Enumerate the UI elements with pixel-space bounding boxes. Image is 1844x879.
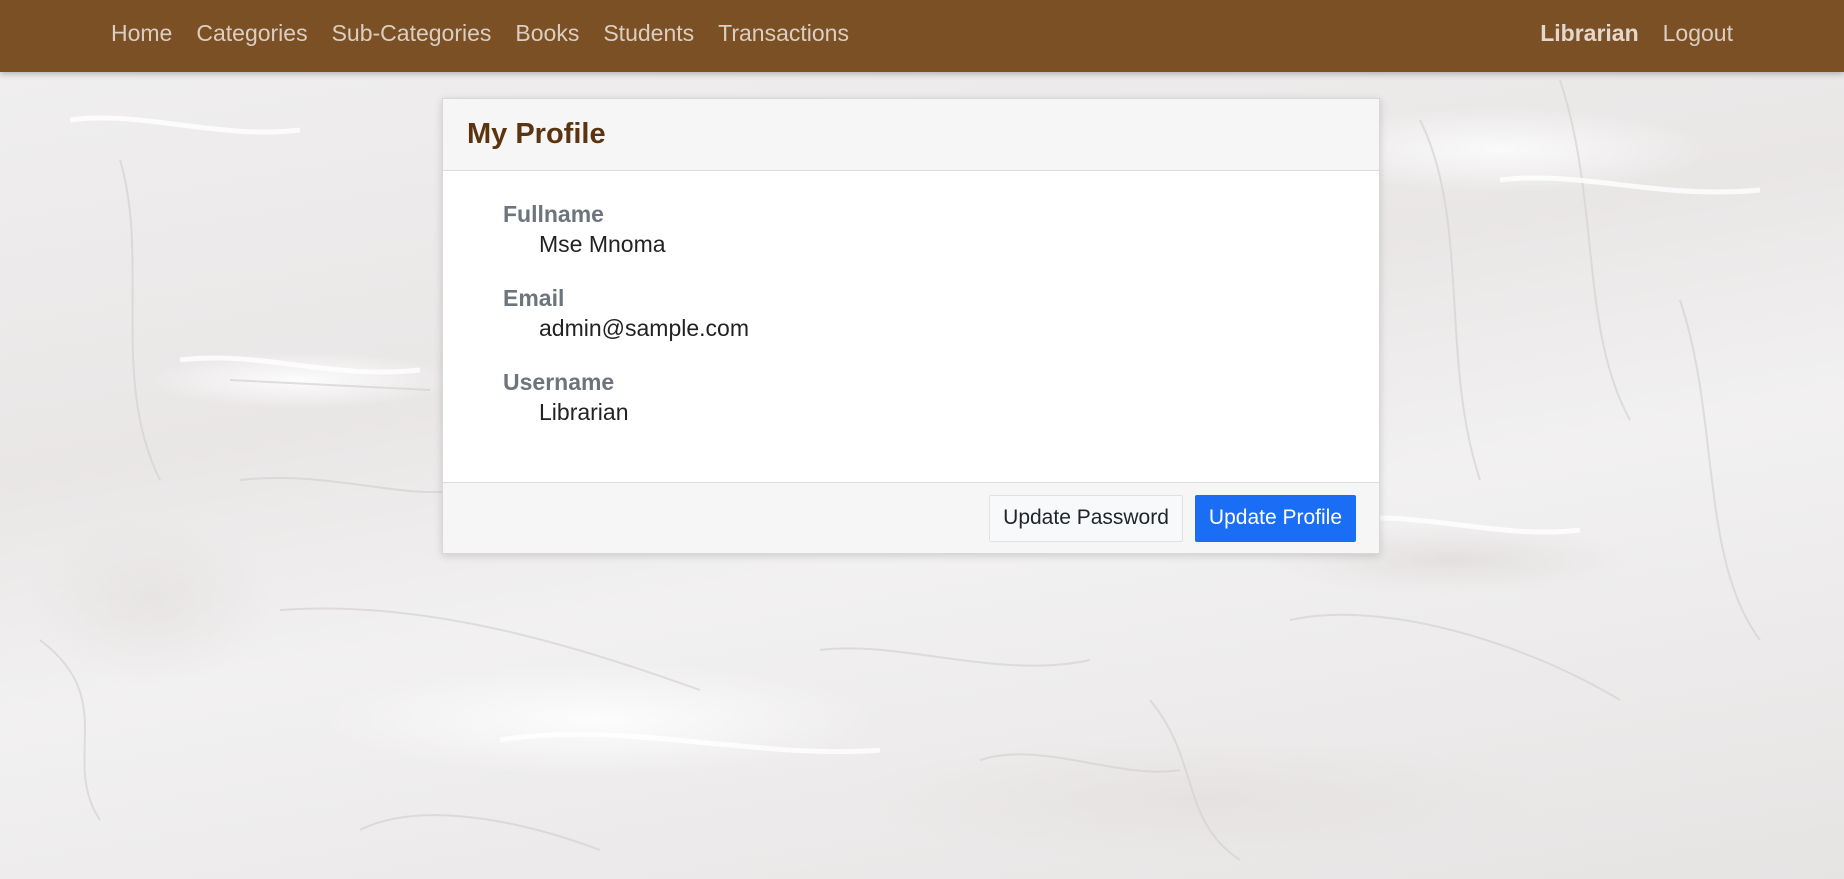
username-label: Username xyxy=(503,369,615,395)
nav-links: Home Categories Sub-Categories Books Stu… xyxy=(99,0,861,66)
update-profile-button[interactable]: Update Profile xyxy=(1194,494,1356,542)
profile-card: My Profile Fullname Mse Mnoma Email admi… xyxy=(442,98,1380,554)
nav-link-transactions[interactable]: Transactions xyxy=(706,20,861,47)
fullname-value: Mse Mnoma xyxy=(539,231,666,257)
fullname-label: Fullname xyxy=(503,201,604,227)
nav-link-students[interactable]: Students xyxy=(591,20,706,47)
nav-link-categories[interactable]: Categories xyxy=(184,20,319,47)
nav-link-home[interactable]: Home xyxy=(99,20,184,47)
email-value: admin@sample.com xyxy=(539,315,749,341)
top-navbar: Home Categories Sub-Categories Books Stu… xyxy=(0,0,1844,72)
username-value: Librarian xyxy=(539,399,629,425)
logout-link[interactable]: Logout xyxy=(1651,20,1745,47)
profile-card-footer: Update Password Update Profile xyxy=(443,482,1379,553)
nav-link-sub-categories[interactable]: Sub-Categories xyxy=(320,20,504,47)
profile-card-header: My Profile xyxy=(443,99,1379,171)
email-label: Email xyxy=(503,285,565,311)
page-title: My Profile xyxy=(467,118,606,150)
profile-details: Fullname Mse Mnoma Email admin@sample.co… xyxy=(443,171,1379,482)
nav-link-books[interactable]: Books xyxy=(503,20,591,47)
current-user-link[interactable]: Librarian xyxy=(1528,20,1650,47)
update-password-button[interactable]: Update Password xyxy=(989,494,1183,542)
nav-user-area: Librarian Logout xyxy=(1528,0,1745,66)
